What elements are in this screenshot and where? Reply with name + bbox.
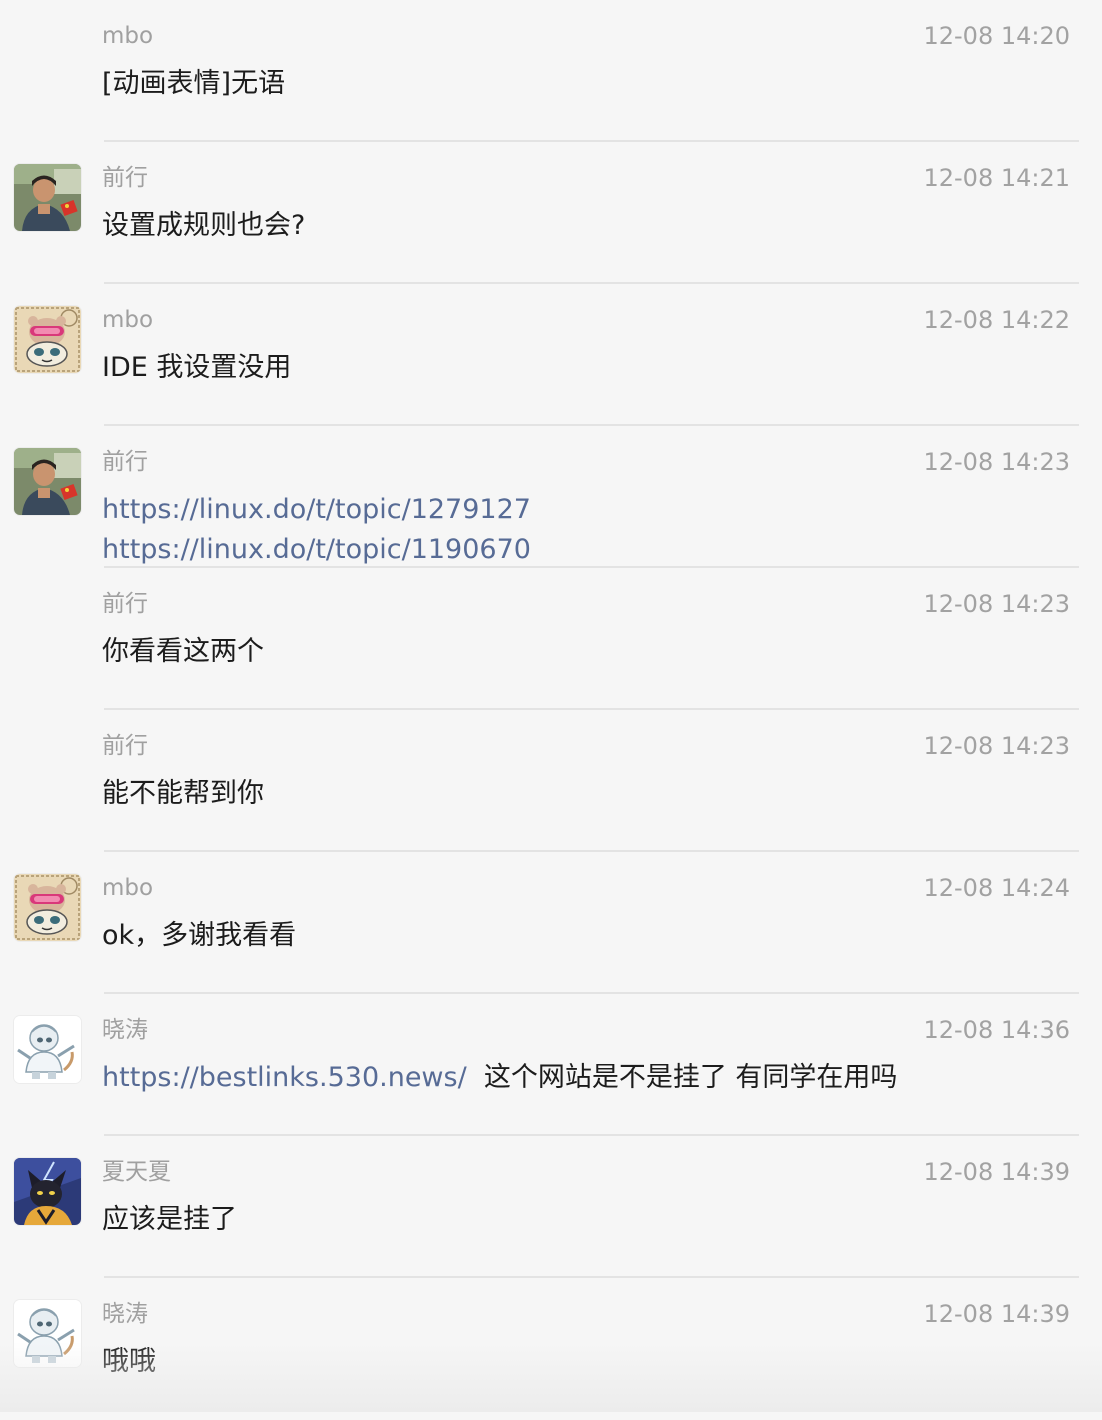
message-body: IDE 我设置没用 bbox=[102, 348, 1062, 388]
message-item[interactable]: 前行 12-08 14:23 https://linux.do/t/topic/12… bbox=[0, 426, 1102, 568]
cartoon-bear-avatar[interactable] bbox=[14, 874, 81, 941]
sender-name[interactable]: 前行 bbox=[102, 447, 148, 477]
message-text: 应该是挂了 bbox=[102, 1204, 237, 1235]
cartoon-bear-avatar[interactable] bbox=[14, 306, 81, 373]
sender-name[interactable]: 前行 bbox=[102, 163, 148, 193]
message-timestamp: 12-08 14:23 bbox=[923, 448, 1070, 476]
message-line: 哦哦 bbox=[102, 1342, 1062, 1382]
message-line: ok，多谢我看看 bbox=[102, 916, 1062, 956]
message-line: 能不能帮到你 bbox=[102, 774, 1062, 814]
message-body: https://linux.do/t/topic/1279127 https://… bbox=[102, 490, 1062, 570]
message-item[interactable]: mbo 12-08 14:24 ok，多谢我看看 bbox=[0, 852, 1102, 994]
message-line: 设置成规则也会? bbox=[102, 206, 1062, 246]
message-timestamp: 12-08 14:24 bbox=[923, 874, 1070, 902]
message-item[interactable]: 前行 12-08 14:23 能不能帮到你 bbox=[0, 710, 1102, 852]
message-text: 这个网站是不是挂了 有同学在用吗 bbox=[466, 1062, 898, 1093]
message-item[interactable]: mbo 12-08 14:22 IDE 我设置没用 bbox=[0, 284, 1102, 426]
message-line: [动画表情]无语 bbox=[102, 64, 1062, 104]
message-item[interactable]: mbo 12-08 14:20 [动画表情]无语 bbox=[0, 0, 1102, 142]
message-body: 你看看这两个 bbox=[102, 632, 1062, 672]
message-text: 能不能帮到你 bbox=[102, 778, 264, 809]
photo-avatar[interactable] bbox=[14, 164, 81, 231]
message-text: 哦哦 bbox=[102, 1346, 156, 1377]
message-link[interactable]: https://linux.do/t/topic/1279127 bbox=[102, 494, 531, 525]
message-item[interactable]: 晓涛 12-08 14:36 https://bestlinks.530.news/… bbox=[0, 994, 1102, 1136]
sender-name[interactable]: 夏天夏 bbox=[102, 1157, 171, 1187]
message-item[interactable]: 晓涛 12-08 14:39 哦哦 bbox=[0, 1278, 1102, 1420]
message-line: 你看看这两个 bbox=[102, 632, 1062, 672]
message-link[interactable]: https://bestlinks.530.news/ bbox=[102, 1062, 467, 1093]
astronaut-cat-avatar[interactable] bbox=[14, 1016, 81, 1083]
message-body: https://bestlinks.530.news/ 这个网站是不是挂了 有同… bbox=[102, 1058, 1062, 1098]
sender-name[interactable]: mbo bbox=[102, 873, 153, 903]
sender-name[interactable]: 前行 bbox=[102, 731, 148, 761]
message-item[interactable]: 前行 12-08 14:21 设置成规则也会? bbox=[0, 142, 1102, 284]
message-line: https://linux.do/t/topic/1279127 bbox=[102, 490, 1062, 530]
message-line: https://linux.do/t/topic/1190670 bbox=[102, 530, 1062, 570]
message-body: 能不能帮到你 bbox=[102, 774, 1062, 814]
message-body: ok，多谢我看看 bbox=[102, 916, 1062, 956]
message-timestamp: 12-08 14:21 bbox=[923, 164, 1070, 192]
message-timestamp: 12-08 14:39 bbox=[923, 1300, 1070, 1328]
sender-name[interactable]: mbo bbox=[102, 305, 153, 335]
sender-name[interactable]: 前行 bbox=[102, 589, 148, 619]
message-item[interactable]: 夏天夏 12-08 14:39 应该是挂了 bbox=[0, 1136, 1102, 1278]
message-link[interactable]: https://linux.do/t/topic/1190670 bbox=[102, 534, 531, 565]
dark-cat-avatar[interactable] bbox=[14, 1158, 81, 1225]
message-text: 设置成规则也会? bbox=[102, 210, 306, 241]
message-item[interactable]: 前行 12-08 14:23 你看看这两个 bbox=[0, 568, 1102, 710]
photo-avatar[interactable] bbox=[14, 448, 81, 515]
message-body: 哦哦 bbox=[102, 1342, 1062, 1382]
message-line: 应该是挂了 bbox=[102, 1200, 1062, 1240]
message-text: 你看看这两个 bbox=[102, 636, 264, 667]
message-line: https://bestlinks.530.news/ 这个网站是不是挂了 有同… bbox=[102, 1058, 1062, 1098]
message-timestamp: 12-08 14:23 bbox=[923, 732, 1070, 760]
chat-message-list[interactable]: mbo 12-08 14:20 [动画表情]无语 前行 12-08 14:21 设置成规… bbox=[0, 0, 1102, 1412]
sender-name[interactable]: mbo bbox=[102, 21, 153, 51]
message-text: ok，多谢我看看 bbox=[102, 920, 297, 951]
message-timestamp: 12-08 14:36 bbox=[923, 1016, 1070, 1044]
message-timestamp: 12-08 14:20 bbox=[923, 22, 1070, 50]
sender-name[interactable]: 晓涛 bbox=[102, 1015, 148, 1045]
message-body: 设置成规则也会? bbox=[102, 206, 1062, 246]
message-timestamp: 12-08 14:23 bbox=[923, 590, 1070, 618]
astronaut-cat-avatar[interactable] bbox=[14, 1300, 81, 1367]
message-body: [动画表情]无语 bbox=[102, 64, 1062, 104]
message-timestamp: 12-08 14:22 bbox=[923, 306, 1070, 334]
sender-name[interactable]: 晓涛 bbox=[102, 1299, 148, 1329]
message-timestamp: 12-08 14:39 bbox=[923, 1158, 1070, 1186]
message-text: [动画表情]无语 bbox=[102, 68, 286, 99]
message-text: IDE 我设置没用 bbox=[102, 352, 292, 383]
message-line: IDE 我设置没用 bbox=[102, 348, 1062, 388]
message-body: 应该是挂了 bbox=[102, 1200, 1062, 1240]
